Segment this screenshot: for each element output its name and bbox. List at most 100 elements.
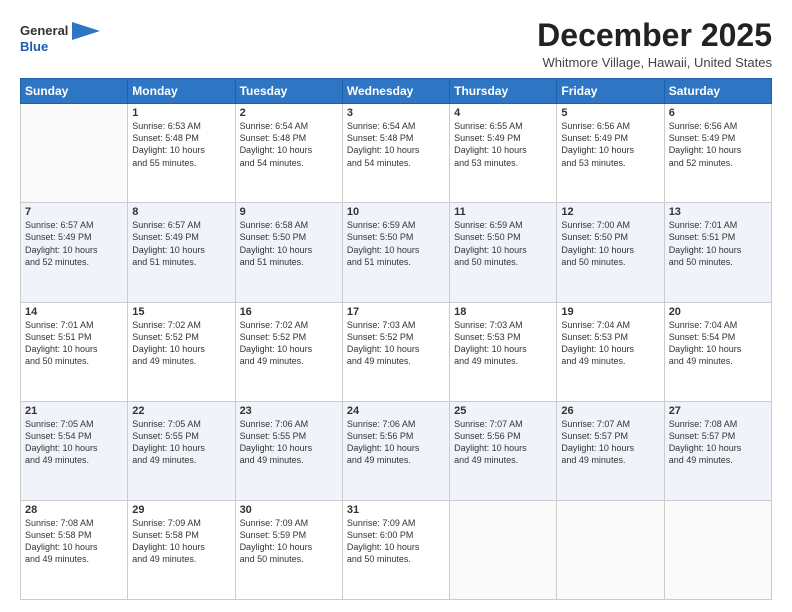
table-row: 9Sunrise: 6:58 AM Sunset: 5:50 PM Daylig… [235, 203, 342, 302]
day-info: Sunrise: 6:54 AM Sunset: 5:48 PM Dayligh… [240, 120, 338, 169]
day-info: Sunrise: 6:59 AM Sunset: 5:50 PM Dayligh… [454, 219, 552, 268]
calendar-table: Sunday Monday Tuesday Wednesday Thursday… [20, 78, 772, 600]
table-row: 23Sunrise: 7:06 AM Sunset: 5:55 PM Dayli… [235, 401, 342, 500]
table-row: 7Sunrise: 6:57 AM Sunset: 5:49 PM Daylig… [21, 203, 128, 302]
day-number: 14 [25, 306, 123, 318]
day-number: 28 [25, 504, 123, 516]
table-row: 1Sunrise: 6:53 AM Sunset: 5:48 PM Daylig… [128, 104, 235, 203]
day-info: Sunrise: 7:03 AM Sunset: 5:53 PM Dayligh… [454, 319, 552, 368]
day-info: Sunrise: 6:57 AM Sunset: 5:49 PM Dayligh… [132, 219, 230, 268]
day-info: Sunrise: 7:06 AM Sunset: 5:55 PM Dayligh… [240, 418, 338, 467]
day-number: 18 [454, 306, 552, 318]
day-number: 27 [669, 405, 767, 417]
day-info: Sunrise: 7:08 AM Sunset: 5:58 PM Dayligh… [25, 517, 123, 566]
day-number: 30 [240, 504, 338, 516]
page: General Blue December 2025 Whitmore Vill… [0, 0, 792, 612]
day-number: 11 [454, 206, 552, 218]
day-info: Sunrise: 6:56 AM Sunset: 5:49 PM Dayligh… [561, 120, 659, 169]
table-row [664, 500, 771, 599]
logo: General Blue [20, 22, 100, 54]
day-info: Sunrise: 6:55 AM Sunset: 5:49 PM Dayligh… [454, 120, 552, 169]
table-row: 19Sunrise: 7:04 AM Sunset: 5:53 PM Dayli… [557, 302, 664, 401]
day-number: 7 [25, 206, 123, 218]
col-sunday: Sunday [21, 79, 128, 104]
col-thursday: Thursday [450, 79, 557, 104]
location: Whitmore Village, Hawaii, United States [537, 55, 772, 70]
day-info: Sunrise: 6:59 AM Sunset: 5:50 PM Dayligh… [347, 219, 445, 268]
table-row: 6Sunrise: 6:56 AM Sunset: 5:49 PM Daylig… [664, 104, 771, 203]
table-row: 2Sunrise: 6:54 AM Sunset: 5:48 PM Daylig… [235, 104, 342, 203]
day-number: 21 [25, 405, 123, 417]
day-number: 24 [347, 405, 445, 417]
table-row: 13Sunrise: 7:01 AM Sunset: 5:51 PM Dayli… [664, 203, 771, 302]
table-row: 3Sunrise: 6:54 AM Sunset: 5:48 PM Daylig… [342, 104, 449, 203]
day-info: Sunrise: 6:53 AM Sunset: 5:48 PM Dayligh… [132, 120, 230, 169]
table-row: 15Sunrise: 7:02 AM Sunset: 5:52 PM Dayli… [128, 302, 235, 401]
day-number: 26 [561, 405, 659, 417]
table-row: 26Sunrise: 7:07 AM Sunset: 5:57 PM Dayli… [557, 401, 664, 500]
table-row [21, 104, 128, 203]
day-info: Sunrise: 7:06 AM Sunset: 5:56 PM Dayligh… [347, 418, 445, 467]
day-info: Sunrise: 7:01 AM Sunset: 5:51 PM Dayligh… [25, 319, 123, 368]
day-info: Sunrise: 7:09 AM Sunset: 5:58 PM Dayligh… [132, 517, 230, 566]
table-row: 22Sunrise: 7:05 AM Sunset: 5:55 PM Dayli… [128, 401, 235, 500]
table-row: 4Sunrise: 6:55 AM Sunset: 5:49 PM Daylig… [450, 104, 557, 203]
day-info: Sunrise: 7:04 AM Sunset: 5:54 PM Dayligh… [669, 319, 767, 368]
day-number: 22 [132, 405, 230, 417]
day-number: 31 [347, 504, 445, 516]
table-row: 21Sunrise: 7:05 AM Sunset: 5:54 PM Dayli… [21, 401, 128, 500]
day-number: 16 [240, 306, 338, 318]
day-number: 2 [240, 107, 338, 119]
table-row: 16Sunrise: 7:02 AM Sunset: 5:52 PM Dayli… [235, 302, 342, 401]
table-row: 29Sunrise: 7:09 AM Sunset: 5:58 PM Dayli… [128, 500, 235, 599]
day-info: Sunrise: 7:09 AM Sunset: 5:59 PM Dayligh… [240, 517, 338, 566]
logo-blue: Blue [20, 40, 48, 54]
day-number: 9 [240, 206, 338, 218]
col-friday: Friday [557, 79, 664, 104]
day-info: Sunrise: 7:05 AM Sunset: 5:54 PM Dayligh… [25, 418, 123, 467]
day-number: 4 [454, 107, 552, 119]
day-number: 10 [347, 206, 445, 218]
calendar-week-row: 28Sunrise: 7:08 AM Sunset: 5:58 PM Dayli… [21, 500, 772, 599]
table-row: 31Sunrise: 7:09 AM Sunset: 6:00 PM Dayli… [342, 500, 449, 599]
day-number: 20 [669, 306, 767, 318]
day-info: Sunrise: 7:00 AM Sunset: 5:50 PM Dayligh… [561, 219, 659, 268]
day-info: Sunrise: 6:58 AM Sunset: 5:50 PM Dayligh… [240, 219, 338, 268]
table-row: 18Sunrise: 7:03 AM Sunset: 5:53 PM Dayli… [450, 302, 557, 401]
logo-flag-icon [72, 22, 100, 40]
day-number: 12 [561, 206, 659, 218]
day-number: 17 [347, 306, 445, 318]
month-title: December 2025 [537, 18, 772, 53]
day-number: 29 [132, 504, 230, 516]
table-row [557, 500, 664, 599]
day-info: Sunrise: 7:07 AM Sunset: 5:56 PM Dayligh… [454, 418, 552, 467]
calendar-week-row: 7Sunrise: 6:57 AM Sunset: 5:49 PM Daylig… [21, 203, 772, 302]
day-number: 15 [132, 306, 230, 318]
day-number: 5 [561, 107, 659, 119]
col-tuesday: Tuesday [235, 79, 342, 104]
header: General Blue December 2025 Whitmore Vill… [20, 18, 772, 70]
title-section: December 2025 Whitmore Village, Hawaii, … [537, 18, 772, 70]
table-row: 30Sunrise: 7:09 AM Sunset: 5:59 PM Dayli… [235, 500, 342, 599]
day-number: 23 [240, 405, 338, 417]
day-number: 1 [132, 107, 230, 119]
col-wednesday: Wednesday [342, 79, 449, 104]
table-row: 27Sunrise: 7:08 AM Sunset: 5:57 PM Dayli… [664, 401, 771, 500]
day-number: 13 [669, 206, 767, 218]
day-info: Sunrise: 6:57 AM Sunset: 5:49 PM Dayligh… [25, 219, 123, 268]
col-monday: Monday [128, 79, 235, 104]
day-number: 19 [561, 306, 659, 318]
day-info: Sunrise: 7:09 AM Sunset: 6:00 PM Dayligh… [347, 517, 445, 566]
day-info: Sunrise: 7:02 AM Sunset: 5:52 PM Dayligh… [240, 319, 338, 368]
day-info: Sunrise: 7:01 AM Sunset: 5:51 PM Dayligh… [669, 219, 767, 268]
table-row: 8Sunrise: 6:57 AM Sunset: 5:49 PM Daylig… [128, 203, 235, 302]
day-info: Sunrise: 7:07 AM Sunset: 5:57 PM Dayligh… [561, 418, 659, 467]
table-row: 11Sunrise: 6:59 AM Sunset: 5:50 PM Dayli… [450, 203, 557, 302]
col-saturday: Saturday [664, 79, 771, 104]
table-row [450, 500, 557, 599]
table-row: 20Sunrise: 7:04 AM Sunset: 5:54 PM Dayli… [664, 302, 771, 401]
day-number: 6 [669, 107, 767, 119]
table-row: 14Sunrise: 7:01 AM Sunset: 5:51 PM Dayli… [21, 302, 128, 401]
calendar-header-row: Sunday Monday Tuesday Wednesday Thursday… [21, 79, 772, 104]
day-info: Sunrise: 6:56 AM Sunset: 5:49 PM Dayligh… [669, 120, 767, 169]
